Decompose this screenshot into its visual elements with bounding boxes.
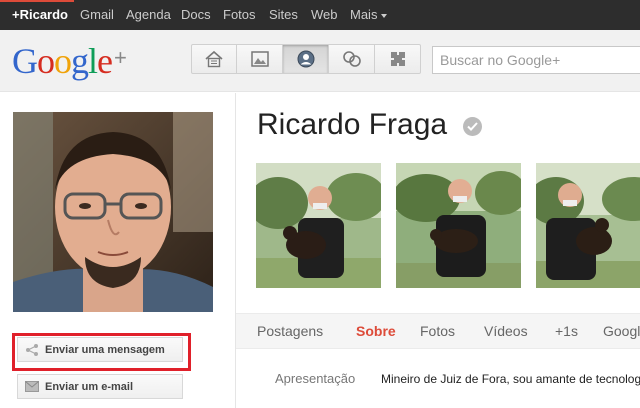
top-navigation-bar: +Ricardo Gmail Agenda Docs Fotos Sites W… [0, 0, 640, 30]
profile-icon [297, 50, 314, 68]
chevron-down-icon [381, 13, 388, 18]
stream-icon-bar [191, 44, 421, 74]
about-label: Apresentação [275, 371, 356, 386]
nav-calendar-link[interactable]: Agenda [126, 7, 171, 22]
google-plus-logo[interactable]: Google+ [12, 40, 127, 82]
tab-photos[interactable]: Fotos [420, 323, 455, 339]
profile-photo-3[interactable] [536, 163, 640, 288]
nav-gmail-link[interactable]: Gmail [80, 7, 114, 22]
active-accent [0, 0, 74, 2]
profile-name: Ricardo Fraga [257, 108, 448, 141]
profile-avatar[interactable] [13, 112, 213, 312]
nav-profile-link[interactable]: +Ricardo [12, 7, 68, 22]
circles-icon [342, 51, 361, 67]
nav-more-label: Mais [350, 7, 378, 22]
nav-web-link[interactable]: Web [311, 7, 338, 22]
verified-icon[interactable] [463, 117, 482, 136]
nav-sites-link[interactable]: Sites [269, 7, 298, 22]
tab-about[interactable]: Sobre [356, 323, 396, 339]
header: Google+ [0, 30, 640, 92]
send-email-button[interactable]: Enviar um e-mail [17, 374, 183, 399]
profile-photo-1[interactable] [256, 163, 381, 288]
profile-button[interactable] [283, 44, 329, 74]
nav-photos-link[interactable]: Fotos [223, 7, 256, 22]
home-icon [205, 50, 223, 68]
highlight-box [12, 333, 191, 371]
tab-plus-ones[interactable]: +1s [555, 323, 578, 339]
send-email-label: Enviar um e-mail [45, 380, 134, 393]
games-button[interactable] [375, 44, 421, 74]
home-button[interactable] [191, 44, 237, 74]
profile-tabs: Postagens Sobre Fotos Vídeos +1s Google [236, 313, 640, 349]
circles-button[interactable] [329, 44, 375, 74]
search-input[interactable] [432, 46, 640, 74]
mail-icon [25, 381, 39, 392]
games-icon [390, 52, 405, 66]
tab-posts[interactable]: Postagens [257, 323, 323, 339]
profile-photo-2[interactable] [396, 163, 521, 288]
photos-icon [250, 51, 269, 67]
photos-button[interactable] [237, 44, 283, 74]
tab-google[interactable]: Google [603, 323, 640, 339]
profile-sidebar: Enviar uma mensagem Enviar um e-mail [0, 93, 236, 408]
nav-more-menu[interactable]: Mais [350, 7, 388, 22]
tab-videos[interactable]: Vídeos [484, 323, 528, 339]
nav-docs-link[interactable]: Docs [181, 7, 211, 22]
about-value: Mineiro de Juiz de Fora, sou amante de t… [381, 372, 640, 386]
